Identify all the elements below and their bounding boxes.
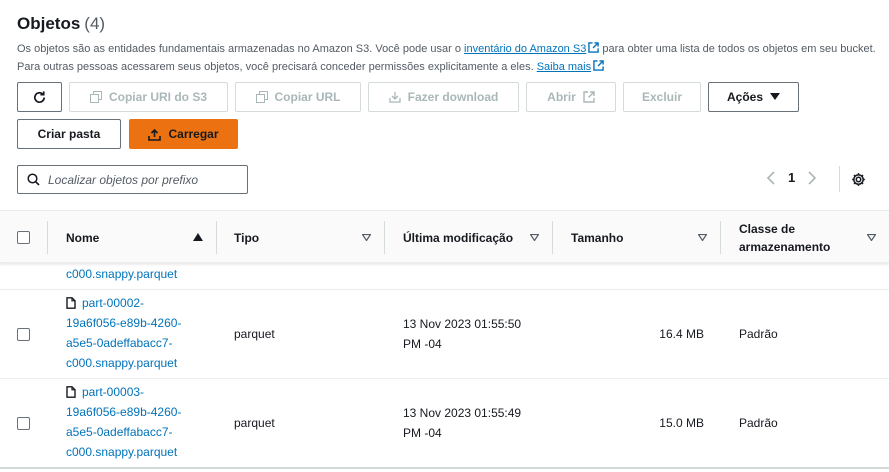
column-last-modified[interactable]: Última modificação (403, 211, 513, 264)
object-name[interactable]: part-00003- 19a6f056-e89b-4260- a5e5-0ad… (66, 382, 181, 462)
upload-icon (148, 128, 162, 141)
sort-icon[interactable] (530, 234, 539, 241)
objects-header: Objetos (4) (17, 14, 105, 34)
copy-icon (89, 91, 102, 103)
file-icon (66, 297, 76, 309)
storage-class: Padrão (739, 327, 778, 341)
inventory-link[interactable]: inventário do Amazon S3 (464, 43, 586, 55)
pager-divider (839, 166, 840, 192)
select-all-checkbox[interactable] (17, 231, 30, 244)
object-name-link[interactable]: c000.snappy.parquet (66, 264, 177, 284)
column-type[interactable]: Tipo (234, 211, 259, 264)
object-size: 15.0 MB (659, 416, 704, 430)
last-modified: 13 Nov 2023 01:55:49 PM -04 (403, 406, 522, 440)
copy-icon (255, 91, 268, 103)
chevron-left-icon[interactable] (766, 170, 776, 185)
column-separator (720, 221, 721, 254)
column-separator (384, 221, 385, 254)
table-row: c000.snappy.parquet (0, 263, 889, 290)
external-link-icon (593, 60, 604, 71)
learn-more-link[interactable]: Saiba mais (537, 61, 591, 73)
table-row: part-00002- 19a6f056-e89b-4260- a5e5-0ad… (0, 290, 889, 379)
column-separator (216, 221, 217, 254)
download-icon (389, 92, 401, 103)
sort-icon[interactable] (362, 234, 371, 241)
create-folder-button[interactable]: Criar pasta (17, 119, 121, 149)
upload-button[interactable]: Carregar (129, 119, 238, 149)
sort-icon[interactable] (867, 234, 876, 241)
storage-class: Padrão (739, 416, 778, 430)
column-storage-class[interactable]: Classe de armazenamento (739, 211, 830, 264)
object-type: parquet (234, 416, 275, 430)
sort-icon[interactable] (698, 234, 707, 241)
caret-down-icon (770, 93, 781, 100)
object-size: 16.4 MB (659, 327, 704, 341)
search-icon (27, 173, 40, 186)
pagination: 1 (766, 170, 817, 185)
row-checkbox[interactable] (17, 328, 30, 341)
table-row: part-00003- 19a6f056-e89b-4260- a5e5-0ad… (0, 379, 889, 468)
column-separator (552, 221, 553, 254)
download-button[interactable]: Fazer download (368, 82, 519, 112)
table-bottom-border (0, 467, 889, 469)
external-link-icon (588, 42, 600, 53)
chevron-right-icon[interactable] (807, 170, 817, 185)
page-title: Objetos (4) (17, 14, 106, 33)
row-checkbox[interactable] (17, 417, 30, 430)
prefix-search[interactable] (17, 165, 248, 194)
external-link-icon (583, 91, 595, 103)
table-body: c000.snappy.parquet part-00002- 19a6f056… (0, 263, 889, 472)
gear-icon[interactable] (851, 172, 866, 187)
open-button[interactable]: Abrir (526, 82, 616, 112)
table-header: Nome Tipo Última modificação Tamanho Cla… (0, 210, 889, 263)
column-separator (47, 221, 48, 254)
copy-s3-uri-button[interactable]: Copiar URI do S3 (69, 82, 228, 112)
column-size[interactable]: Tamanho (571, 211, 623, 264)
objects-description: Os objetos são as entidades fundamentais… (17, 42, 876, 73)
column-name[interactable]: Nome (66, 211, 99, 264)
search-input[interactable] (48, 172, 238, 187)
refresh-button[interactable] (17, 82, 62, 112)
object-count: (4) (84, 14, 106, 33)
object-name[interactable]: part-00002- 19a6f056-e89b-4260- a5e5-0ad… (66, 293, 181, 373)
delete-button[interactable]: Excluir (623, 82, 701, 112)
sort-ascending-icon[interactable] (193, 233, 203, 241)
copy-url-button[interactable]: Copiar URL (235, 82, 361, 112)
last-modified: 13 Nov 2023 01:55:50 PM -04 (403, 317, 522, 351)
object-type: parquet (234, 327, 275, 341)
file-icon (66, 386, 76, 398)
actions-dropdown[interactable]: Ações (708, 82, 799, 112)
refresh-icon (34, 90, 46, 103)
current-page[interactable]: 1 (788, 170, 795, 185)
